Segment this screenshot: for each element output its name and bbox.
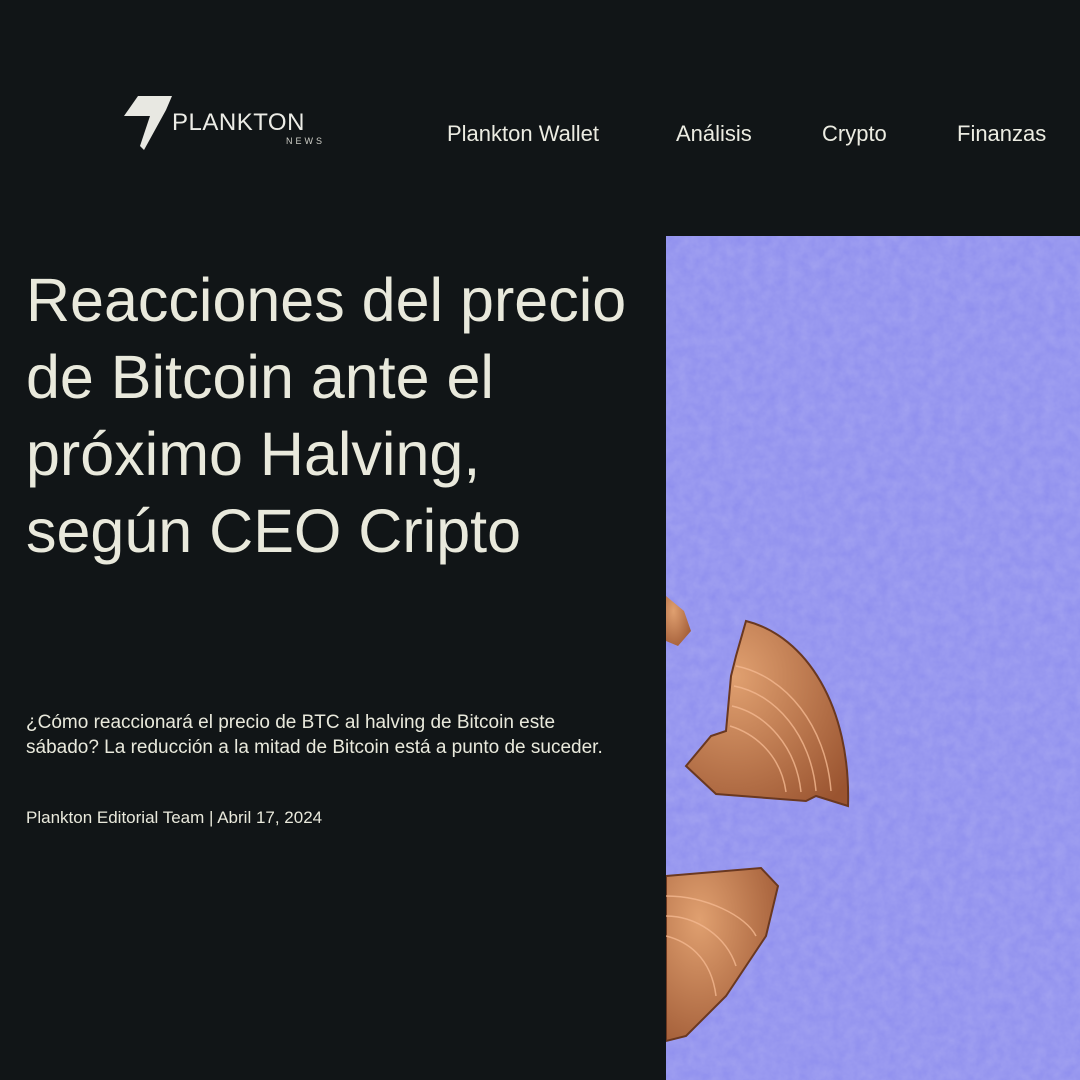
logo-subtext: NEWS <box>286 136 325 146</box>
article-subtitle: ¿Cómo reaccionará el precio de BTC al ha… <box>26 712 603 758</box>
nav-crypto[interactable]: Crypto <box>822 121 887 147</box>
plankton-logo-icon <box>124 96 172 150</box>
nav-plankton-wallet[interactable]: Plankton Wallet <box>447 121 599 147</box>
article-meta: Plankton Editorial Team | Abril 17, 2024 <box>26 808 323 827</box>
article-title: Reacciones del precio de Bitcoin ante el… <box>26 266 627 565</box>
plankton-news-logo[interactable]: PLANKTON NEWS <box>124 94 334 150</box>
nav-finanzas[interactable]: Finanzas <box>957 121 1046 147</box>
logo-wordmark: PLANKTON <box>172 109 305 136</box>
broken-bitcoin-coins-image <box>666 236 1080 1080</box>
hero-image <box>666 236 1080 1080</box>
nav-analisis[interactable]: Análisis <box>676 121 752 147</box>
